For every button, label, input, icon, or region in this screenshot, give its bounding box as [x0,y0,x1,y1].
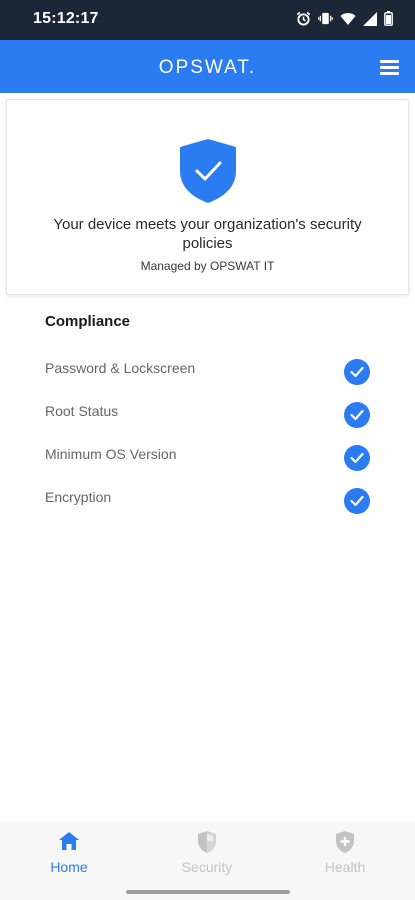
device-status-card: Your device meets your organization's se… [6,99,409,295]
compliance-item-password: Password & Lockscreen [0,345,415,388]
nav-health[interactable]: Health [295,830,395,875]
compliance-item-label: Encryption [45,489,112,505]
check-icon [344,445,370,471]
nav-security-label: Security [181,859,233,875]
nav-health-label: Health [324,859,366,875]
gesture-bar[interactable] [126,890,290,894]
nav-home[interactable]: Home [19,830,119,875]
nav-security[interactable]: Security [157,830,257,875]
shield-check-icon [178,138,238,209]
battery-icon [384,11,393,26]
hamburger-menu-icon[interactable] [377,54,403,80]
compliance-title: Compliance [45,313,131,330]
signal-icon [363,11,377,26]
status-icons [296,11,393,26]
status-time: 15:12:17 [33,10,99,27]
compliance-item-label: Minimum OS Version [45,446,177,462]
compliance-item-root-status: Root Status [0,388,415,431]
check-icon [344,402,370,428]
nav-home-label: Home [50,859,88,875]
compliance-item-os-version: Minimum OS Version [0,431,415,474]
compliance-item-label: Root Status [45,403,119,419]
compliance-message: Your device meets your organization's se… [53,216,362,252]
shield-plus-icon [295,830,395,854]
compliance-item-encryption: Encryption [0,474,415,517]
home-icon [19,830,119,854]
app-header: OPSWAT. [0,40,415,93]
opswat-logo: OPSWAT. [158,57,257,78]
vibrate-icon [318,11,333,26]
status-bar: 15:12:17 [0,0,415,40]
check-icon [344,488,370,514]
compliance-item-label: Password & Lockscreen [45,360,196,376]
wifi-icon [340,12,356,26]
shield-icon [157,830,257,854]
alarm-icon [296,11,311,26]
bottom-nav: Home Security Health [0,822,415,900]
check-icon [344,359,370,385]
managed-by-label: Managed by OPSWAT IT [140,259,275,273]
compliance-list: Password & Lockscreen Root Status Minimu… [0,345,415,517]
